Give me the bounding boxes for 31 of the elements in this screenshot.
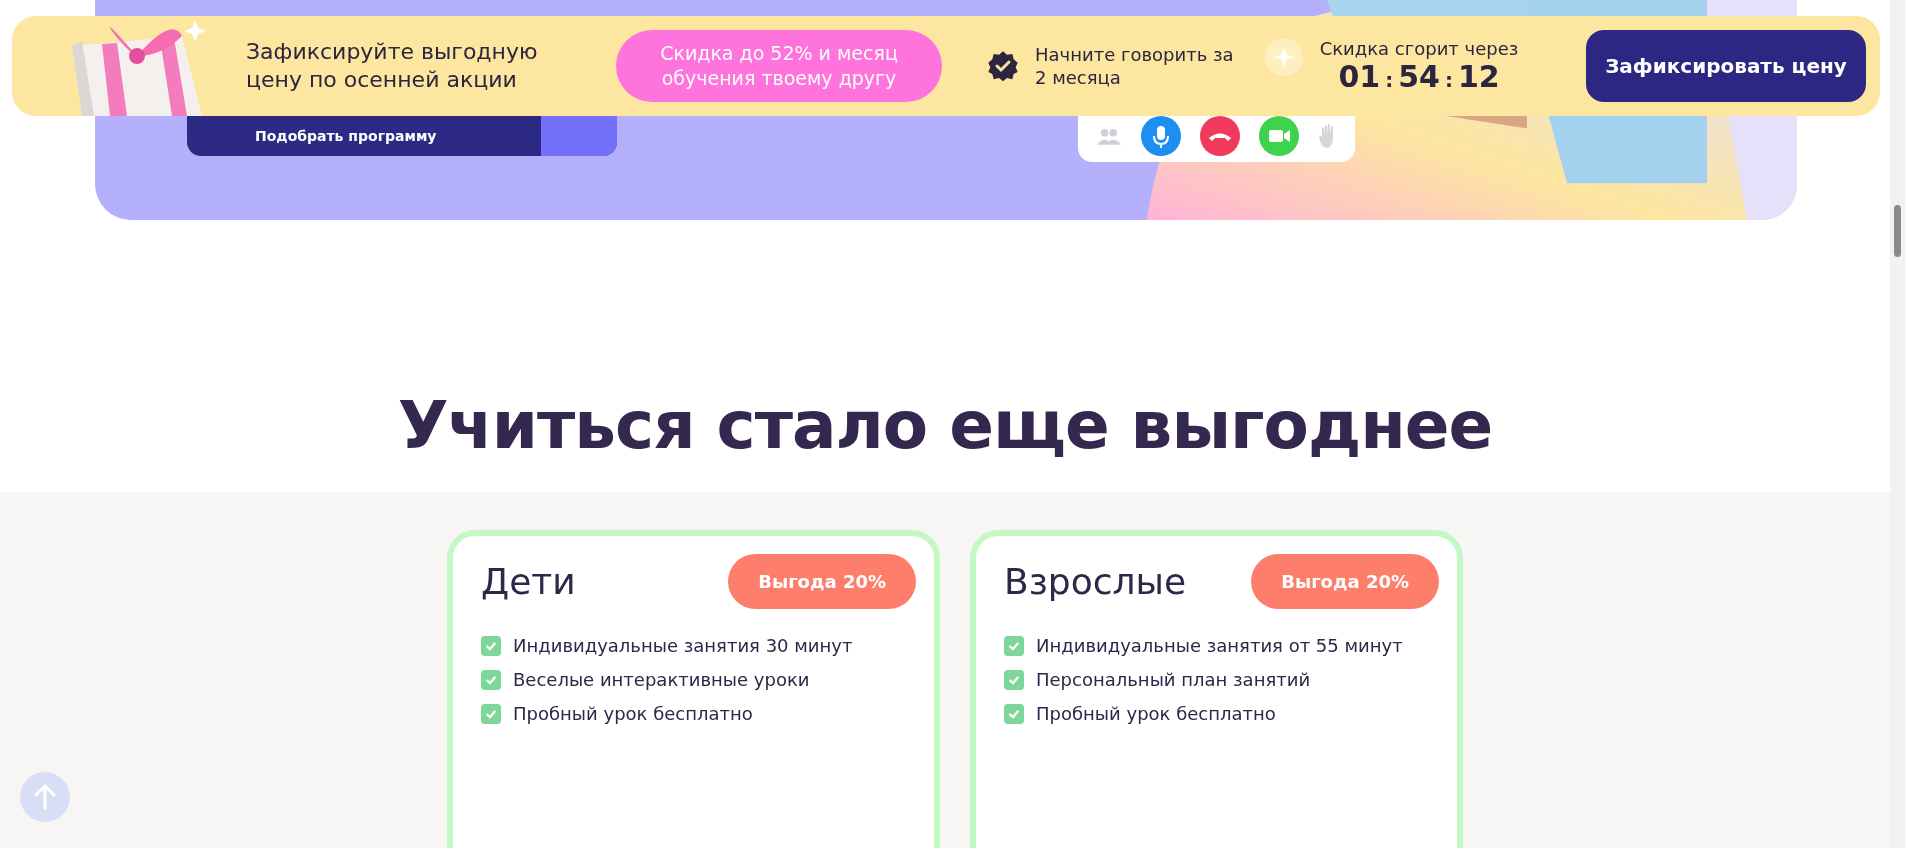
scrollbar-thumb[interactable] <box>1894 205 1901 257</box>
timer-separator: : <box>1444 68 1453 92</box>
timer-label: Скидка сгорит через <box>1319 38 1519 59</box>
feature-text: Начните говорить за 2 месяца <box>1035 43 1235 89</box>
people-icon <box>1095 127 1122 145</box>
check-badge-icon <box>987 50 1019 82</box>
scroll-up-button[interactable] <box>20 772 70 822</box>
timer-minutes: 54 <box>1398 59 1440 94</box>
feature-text: Пробный урок бесплатно <box>513 703 753 724</box>
fix-price-button[interactable]: Зафиксировать цену <box>1586 30 1866 102</box>
choose-program-button[interactable]: Подобрать программу <box>187 116 617 156</box>
feature-text: Веселые интерактивные уроки <box>513 669 810 690</box>
timer-separator: : <box>1385 68 1394 92</box>
offer-badge: Скидка до 52% и месяц обучения твоему другу <box>616 30 942 102</box>
video-camera-icon <box>1258 116 1299 156</box>
section-heading: Учиться стало еще выгоднее <box>396 386 1494 466</box>
microphone-icon <box>1140 116 1181 156</box>
timer-seconds: 12 <box>1457 59 1500 94</box>
discount-badge: Выгода 20% <box>1251 554 1439 609</box>
scrollbar[interactable] <box>1890 0 1905 848</box>
hang-up-icon <box>1199 116 1240 156</box>
promo-title: Зафиксируйте выгодную цену по осенней акции <box>246 38 539 94</box>
sparkle-icon <box>1265 38 1303 76</box>
feature-text: Персональный план занятий <box>1036 669 1311 690</box>
feature-text: Индивидуальные занятия 30 минут <box>513 635 853 656</box>
feature-text: Пробный урок бесплатно <box>1036 703 1276 724</box>
plan-title: Взрослые <box>1004 561 1187 602</box>
feature-text: Индивидуальные занятия от 55 минут <box>1036 635 1403 656</box>
discount-badge: Выгода 20% <box>728 554 916 609</box>
timer-hours: 01 <box>1338 59 1381 94</box>
plan-title: Дети <box>481 561 576 602</box>
